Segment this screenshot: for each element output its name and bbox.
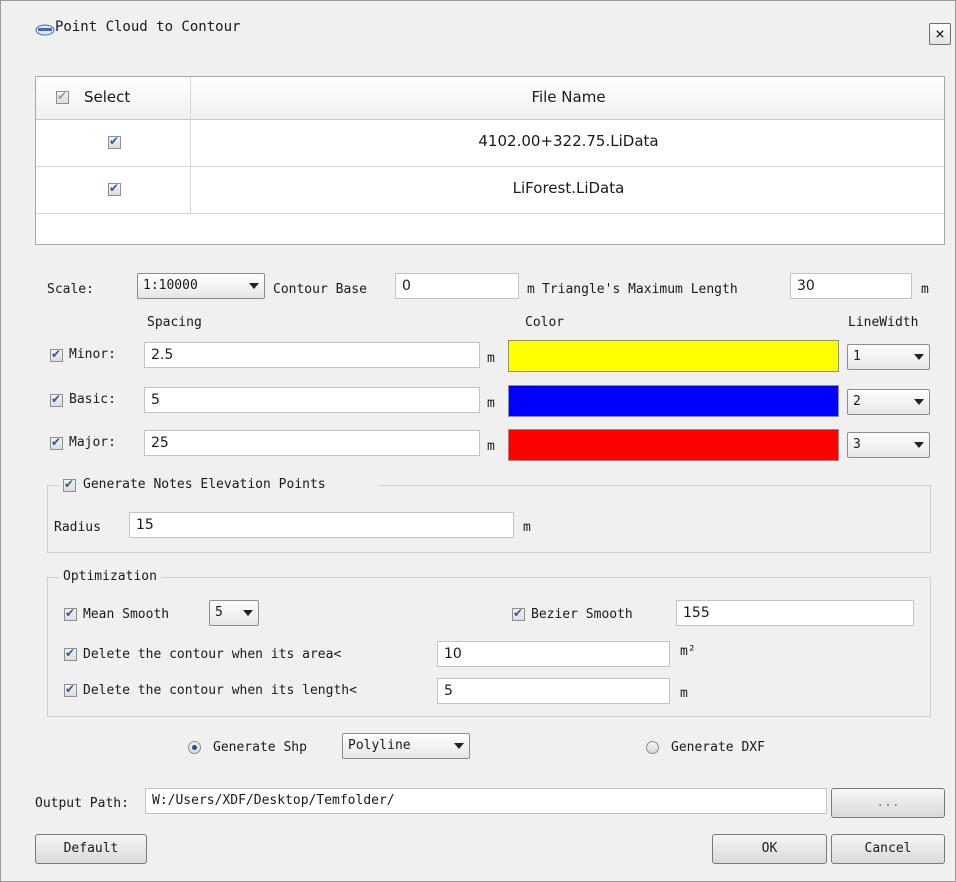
table-header: Select File Name	[36, 77, 944, 120]
file-name-cell: 4102.00+322.75.LiData	[478, 132, 659, 150]
radius-unit: m	[523, 520, 531, 535]
select-column-header: Select	[84, 88, 131, 106]
major-linewidth-select[interactable]: 3	[847, 432, 930, 458]
contour-base-label: Contour Base	[273, 282, 367, 297]
app-logo-icon	[35, 24, 55, 36]
scale-select-value: 1:10000	[143, 278, 198, 293]
basic-unit: m	[487, 396, 495, 411]
close-button[interactable]: ×	[929, 23, 951, 45]
browse-button[interactable]: ...	[831, 788, 945, 818]
mean-smooth-value: 5	[215, 605, 223, 620]
select-all-checkbox[interactable]	[56, 89, 69, 104]
mean-smooth-label: Mean Smooth	[83, 607, 170, 622]
bezier-smooth-checkbox[interactable]	[512, 606, 525, 621]
major-checkbox[interactable]	[50, 435, 63, 450]
output-path-label: Output Path:	[35, 796, 129, 811]
shp-type-select[interactable]: Polyline	[342, 733, 470, 759]
generate-shp-label: Generate Shp	[213, 740, 307, 755]
generate-dxf-radio[interactable]	[646, 741, 659, 754]
scale-label: Scale:	[47, 282, 94, 297]
basic-checkbox[interactable]	[50, 392, 63, 407]
chevron-down-icon	[914, 354, 924, 360]
delete-length-checkbox[interactable]	[64, 682, 77, 697]
file-name-cell: LiForest.LiData	[512, 179, 625, 197]
triangle-length-input[interactable]: 30	[790, 273, 912, 299]
triangle-length-label: Triangle's Maximum Length	[542, 282, 738, 297]
minor-label: Minor:	[69, 347, 116, 362]
chevron-down-icon	[249, 283, 259, 289]
basic-label: Basic:	[69, 392, 116, 407]
shp-type-value: Polyline	[348, 738, 411, 753]
title-bar: Point Cloud to Contour ×	[1, 1, 955, 51]
table-row[interactable]: LiForest.LiData	[36, 166, 944, 214]
basic-linewidth-select[interactable]: 2	[847, 389, 930, 415]
contour-base-unit: m	[527, 282, 535, 297]
ok-button[interactable]: OK	[712, 834, 827, 864]
chevron-down-icon	[243, 610, 253, 616]
minor-linewidth-select[interactable]: 1	[847, 344, 930, 370]
table-row[interactable]: 4102.00+322.75.LiData	[36, 119, 944, 167]
major-label: Major:	[69, 435, 116, 450]
delete-length-label: Delete the contour when its length<	[83, 683, 357, 698]
radius-input[interactable]: 15	[129, 512, 514, 538]
major-linewidth-value: 3	[853, 437, 861, 452]
notes-elevation-label: Generate Notes Elevation Points	[83, 477, 326, 492]
notes-elevation-checkbox[interactable]	[63, 477, 76, 492]
chevron-down-icon	[914, 399, 924, 405]
default-button[interactable]: Default	[35, 834, 147, 864]
mean-smooth-checkbox[interactable]	[64, 606, 77, 621]
chevron-down-icon	[454, 743, 464, 749]
window-title: Point Cloud to Contour	[55, 19, 241, 35]
generate-shp-radio[interactable]	[188, 741, 201, 754]
major-color-swatch[interactable]	[508, 429, 839, 461]
basic-linewidth-value: 2	[853, 394, 861, 409]
major-unit: m	[487, 439, 495, 454]
mean-smooth-select[interactable]: 5	[209, 600, 259, 626]
delete-area-checkbox[interactable]	[64, 646, 77, 661]
basic-spacing-input[interactable]: 5	[144, 387, 480, 413]
delete-length-input[interactable]: 5	[437, 678, 670, 704]
spacing-column-label: Spacing	[147, 315, 202, 330]
point-cloud-to-contour-dialog: Point Cloud to Contour × Select File Nam…	[0, 0, 956, 882]
minor-spacing-input[interactable]: 2.5	[144, 342, 480, 368]
basic-color-swatch[interactable]	[508, 385, 839, 417]
radius-label: Radius	[54, 520, 101, 535]
generate-dxf-label: Generate DXF	[671, 740, 765, 755]
triangle-length-unit: m	[921, 282, 929, 297]
color-column-label: Color	[525, 315, 565, 330]
chevron-down-icon	[914, 442, 924, 448]
minor-linewidth-value: 1	[853, 349, 861, 364]
minor-unit: m	[487, 351, 495, 366]
optimization-title: Optimization	[59, 569, 161, 584]
row-select-checkbox[interactable]	[108, 181, 121, 196]
cancel-button[interactable]: Cancel	[831, 834, 945, 864]
contour-base-input[interactable]: 0	[395, 273, 519, 299]
scale-select[interactable]: 1:10000	[137, 273, 265, 299]
file-table: Select File Name 4102.00+322.75.LiData L…	[35, 76, 945, 245]
bezier-smooth-label: Bezier Smooth	[531, 607, 633, 622]
delete-length-unit: m	[680, 686, 688, 701]
major-spacing-input[interactable]: 25	[144, 430, 480, 456]
bezier-smooth-input[interactable]: 155	[676, 600, 914, 626]
minor-color-swatch[interactable]	[508, 340, 839, 372]
file-name-column-header: File Name	[531, 88, 606, 106]
output-path-input[interactable]: W:/Users/XDF/Desktop/Temfolder/	[145, 788, 827, 814]
row-select-checkbox[interactable]	[108, 134, 121, 149]
linewidth-column-label: LineWidth	[848, 315, 919, 330]
delete-area-label: Delete the contour when its area<	[83, 647, 342, 662]
delete-area-unit: m²	[680, 644, 696, 659]
delete-area-input[interactable]: 10	[437, 641, 670, 667]
minor-checkbox[interactable]	[50, 347, 63, 362]
